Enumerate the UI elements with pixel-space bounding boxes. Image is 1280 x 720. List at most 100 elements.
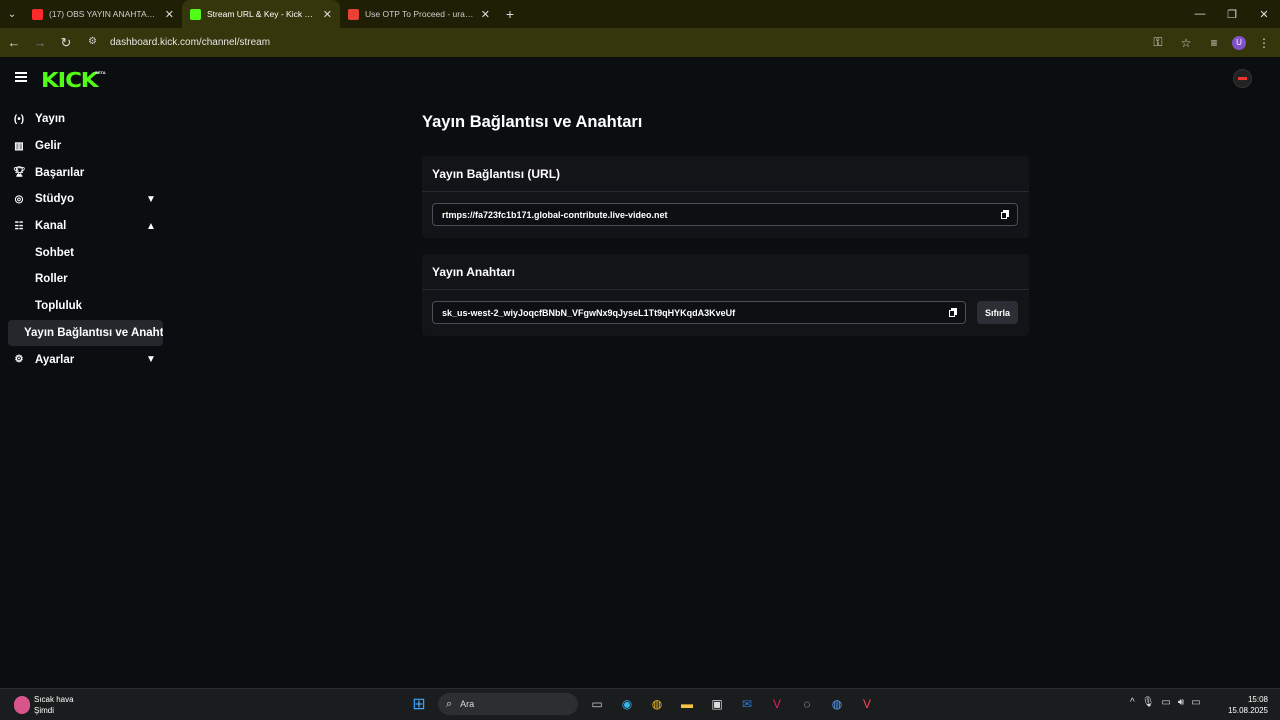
weather-widget[interactable]: Sıcak hava Şimdi [14,694,74,716]
obs-icon[interactable]: ◌ [796,693,818,715]
valorant-icon[interactable]: V [856,693,878,715]
sidebar-item-gelir[interactable]: ▥ Gelir [0,133,168,160]
close-tab-icon[interactable]: ✕ [323,8,332,21]
reload-icon[interactable]: ↻ [54,31,78,55]
weather-title: Sıcak hava [34,695,74,704]
windows-start-icon[interactable]: ⊞ [408,693,430,715]
copy-icon[interactable] [1001,210,1009,219]
stream-url-card: Yayın Bağlantısı (URL) rtmps://fa723fc1b… [422,156,1029,238]
sidebar-item-ayarlar[interactable]: ⚙ Ayarlar ▼ [0,346,168,373]
microphone-icon[interactable]: 🎙︎ [1142,697,1155,708]
back-icon[interactable]: ← [2,31,26,55]
kick-logo[interactable]: KICK [41,68,99,92]
sidebar-item-kanal[interactable]: ☷ Kanal ▲ [0,213,168,240]
kick-favicon-icon [190,8,201,20]
stream-url-value: rtmps://fa723fc1b171.global-contribute.l… [442,209,668,220]
card-header: Yayın Anahtarı [422,254,1029,290]
search-placeholder: Ara [460,699,475,709]
windows-taskbar: Sıcak hava Şimdi ⊞ ⌕ Ara ▭ ◉ ◍ ▬ ▣ ✉ V ◌… [0,688,1280,720]
tray-chevron-icon[interactable]: ^ [1130,697,1135,708]
forward-icon[interactable]: → [28,31,52,55]
sidebar: (•) Yayın ▥ Gelir 🏆︎ Başarılar ◎ Stüdyo … [0,106,168,373]
browser-tab-active[interactable]: Stream URL & Key - Kick Dashb ✕ [182,0,340,28]
toolbar-actions: ⚿ ☆ ≡ U ⋮ [1148,28,1274,57]
profile-avatar[interactable]: U [1232,35,1246,50]
studio-icon: ◎ [14,193,24,205]
display-icon[interactable]: ▭ [1161,697,1170,708]
browser-toolbar: ← → ↻ ⚙ dashboard.kick.com/channel/strea… [0,28,1280,57]
file-explorer-icon[interactable]: ▬ [676,693,698,715]
sidebar-item-roller[interactable]: Roller [0,266,168,293]
sidebar-item-basarilar[interactable]: 🏆︎ Başarılar [0,159,168,186]
weather-sub: Şimdi [34,706,55,715]
new-tab-icon[interactable]: + [498,0,522,28]
sidebar-item-label: Stüdyo [35,193,74,206]
edge-icon[interactable]: ◉ [616,693,638,715]
sidebar-item-yayin[interactable]: (•) Yayın [0,106,168,133]
user-avatar[interactable] [1233,69,1252,88]
browser-tab[interactable]: Use OTP To Proceed - urazbuyu ✕ [340,0,498,28]
youtube-favicon-icon [32,8,43,20]
media-controls-icon[interactable]: ≡ [1204,36,1224,50]
sidebar-item-sohbet[interactable]: Sohbet [0,239,168,266]
hamburger-menu-icon[interactable] [15,72,27,82]
reset-key-button[interactable]: Sıfırla [977,301,1018,324]
weather-icon [14,696,30,714]
chevron-down-icon[interactable]: ▼ [146,194,156,205]
beta-badge: BETA [95,70,106,75]
sidebar-item-studyo[interactable]: ◎ Stüdyo ▼ [0,186,168,213]
tab-title: (17) OBS YAYIN ANAHTARI VE Y [49,9,159,19]
sidebar-item-topluluk[interactable]: Topluluk [0,293,168,320]
close-tab-icon[interactable]: ✕ [165,8,174,21]
site-info-icon[interactable]: ⚙ [88,36,100,48]
task-view-icon[interactable]: ▭ [586,693,608,715]
taskbar-apps: ⊞ ⌕ Ara ▭ ◉ ◍ ▬ ▣ ✉ V ◌ ◍ V [408,693,878,715]
gear-icon: ⚙ [14,354,24,366]
more-menu-icon[interactable]: ⋮ [1254,36,1274,50]
clock-time: 15:08 [1247,695,1268,704]
volume-icon[interactable]: 🔊︎ [1178,697,1184,708]
stream-key-field[interactable]: sk_us-west-2_wiyJoqcfBNbN_VFgwNx9qJyseL1… [432,301,966,324]
stream-key-card: Yayın Anahtarı sk_us-west-2_wiyJoqcfBNbN… [422,254,1029,336]
sidebar-item-label: Başarılar [35,166,85,179]
system-tray: ^ 🎙︎ ▭ 🔊︎ ▭ [1130,697,1201,708]
bookmark-star-icon[interactable]: ☆ [1176,36,1196,50]
kick-dashboard: KICK BETA (•) Yayın ▥ Gelir 🏆︎ Başarılar… [0,58,1280,688]
taskbar-clock[interactable]: 15:08 15.08.2025 [1226,694,1268,716]
chevron-up-icon[interactable]: ▲ [146,221,156,232]
minimize-icon[interactable]: — [1184,0,1216,28]
close-window-icon[interactable]: ✕ [1248,0,1280,28]
broadcast-icon: (•) [13,113,25,125]
browser-tab[interactable]: (17) OBS YAYIN ANAHTARI VE Y ✕ [24,0,182,28]
top-bar: KICK BETA [0,58,1280,100]
page-title: Yayın Bağlantısı ve Anahtarı [422,113,643,131]
card-header: Yayın Bağlantısı (URL) [422,156,1029,192]
browser-tabbar: ⌄ (17) OBS YAYIN ANAHTARI VE Y ✕ Stream … [0,0,1280,28]
copy-icon[interactable] [949,308,957,317]
chevron-down-icon[interactable]: ▼ [146,354,156,365]
stream-key-value: sk_us-west-2_wiyJoqcfBNbN_VFgwNx9qJyseL1… [442,307,736,318]
app-icon[interactable]: V [766,693,788,715]
restore-icon[interactable]: ❐ [1216,0,1248,28]
window-controls: — ❐ ✕ [1184,0,1280,28]
chrome-icon[interactable]: ◍ [646,693,668,715]
taskbar-search[interactable]: ⌕ Ara [438,693,578,715]
store-icon[interactable]: ▣ [706,693,728,715]
sidebar-item-label: Kanal [35,220,67,233]
url-text: dashboard.kick.com/channel/stream [110,36,271,48]
battery-icon[interactable]: ▭ [1191,697,1200,708]
clock-date: 15.08.2025 [1227,706,1268,715]
password-key-icon[interactable]: ⚿ [1148,35,1168,50]
channel-icon: ☷ [14,220,24,232]
gmail-favicon-icon [348,8,359,20]
stream-url-field[interactable]: rtmps://fa723fc1b171.global-contribute.l… [432,203,1018,226]
sidebar-item-label: Gelir [35,140,62,153]
sidebar-item-label: Yayın [35,113,66,126]
address-bar[interactable]: ⚙ dashboard.kick.com/channel/stream [80,30,1200,54]
chrome-profile-icon[interactable]: ◍ [826,693,848,715]
tab-search-icon[interactable]: ⌄ [0,0,24,28]
close-tab-icon[interactable]: ✕ [481,8,490,21]
tab-title: Use OTP To Proceed - urazbuyu [365,9,475,19]
sidebar-item-stream-key[interactable]: Yayın Bağlantısı ve Anahtarı [8,319,163,347]
outlook-icon[interactable]: ✉ [736,693,758,715]
